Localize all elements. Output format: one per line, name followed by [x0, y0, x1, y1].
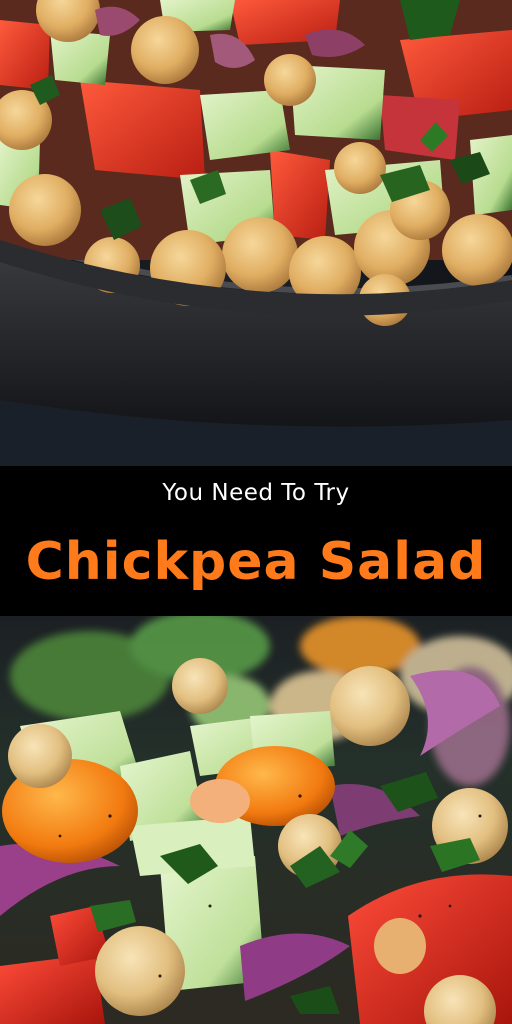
title-banner: You Need To Try Chickpea Salad	[0, 466, 512, 616]
salad-closeup-illustration	[0, 616, 512, 1024]
salad-bowl-illustration	[0, 0, 512, 466]
tagline-text: You Need To Try	[162, 480, 350, 506]
recipe-title: Chickpea Salad	[25, 532, 487, 592]
salad-bowl-photo	[0, 0, 512, 466]
salad-closeup-photo	[0, 616, 512, 1024]
